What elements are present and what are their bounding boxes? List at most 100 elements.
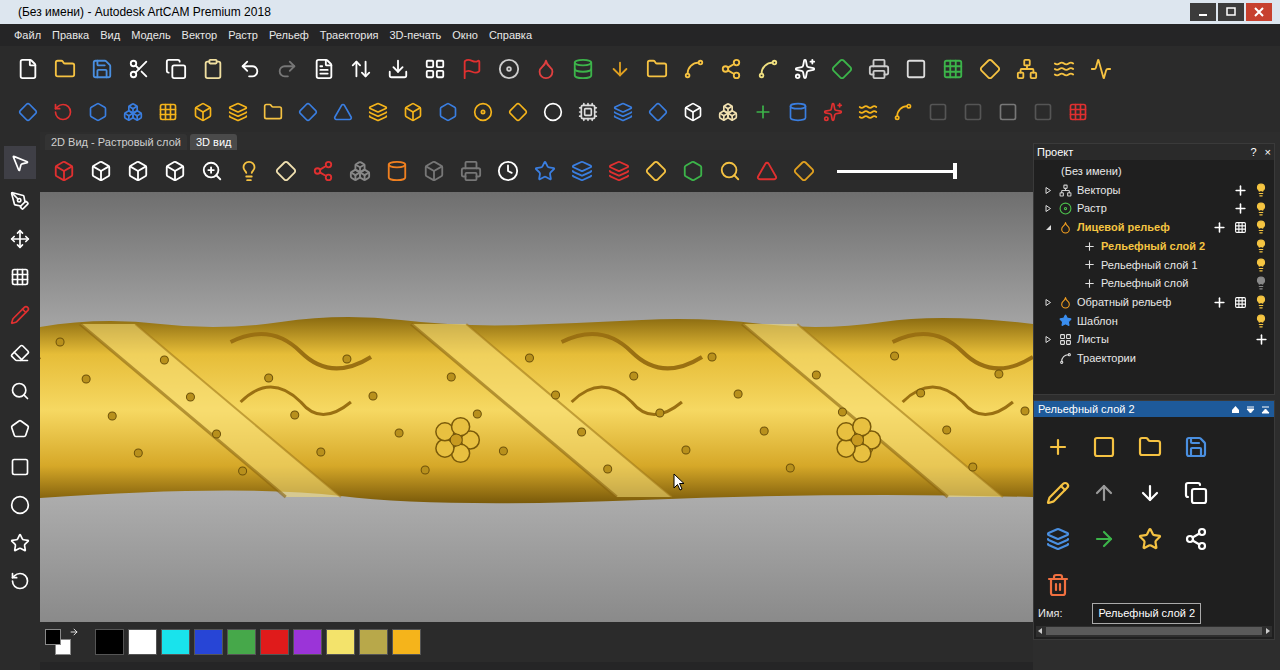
blue-slab-icon[interactable] bbox=[642, 96, 674, 128]
notes-icon[interactable] bbox=[308, 53, 340, 85]
import-icon[interactable] bbox=[382, 53, 414, 85]
printer-view-icon[interactable] bbox=[455, 155, 487, 187]
star-icon[interactable] bbox=[4, 526, 36, 559]
plane-view-icon[interactable] bbox=[270, 155, 302, 187]
expand-icon[interactable] bbox=[1261, 405, 1270, 414]
tree-item[interactable]: (Без имени) bbox=[1034, 162, 1274, 181]
menu-item[interactable]: Файл bbox=[14, 27, 41, 44]
target-icon[interactable] bbox=[1062, 96, 1094, 128]
node-edit-icon[interactable] bbox=[4, 184, 36, 217]
tree-item[interactable]: Рельефный слой 2 bbox=[1034, 237, 1274, 256]
visibility-bulb-icon[interactable] bbox=[1252, 258, 1270, 272]
stack-icon[interactable] bbox=[567, 53, 599, 85]
frame-icon[interactable] bbox=[900, 53, 932, 85]
color-swatch[interactable] bbox=[326, 629, 355, 655]
branch-icon[interactable] bbox=[715, 53, 747, 85]
clock-icon[interactable] bbox=[492, 155, 524, 187]
add-icon[interactable] bbox=[1210, 295, 1228, 310]
slab-icon[interactable] bbox=[502, 96, 534, 128]
color-swatch[interactable] bbox=[227, 629, 256, 655]
split-icon[interactable] bbox=[887, 96, 919, 128]
new-file-icon[interactable] bbox=[12, 53, 44, 85]
new-layer-icon[interactable] bbox=[1040, 429, 1076, 465]
visibility-bulb-icon[interactable] bbox=[1252, 183, 1270, 197]
visibility-bulb-icon[interactable] bbox=[1252, 220, 1270, 234]
expander-icon[interactable] bbox=[1045, 336, 1057, 343]
sheet-icon[interactable] bbox=[607, 96, 639, 128]
expander-icon[interactable] bbox=[1045, 224, 1057, 231]
pyramid-icon[interactable] bbox=[751, 155, 783, 187]
copy-icon[interactable] bbox=[160, 53, 192, 85]
star-burst-icon[interactable] bbox=[789, 53, 821, 85]
scroll-left-icon[interactable] bbox=[1036, 627, 1044, 635]
grid-add-icon[interactable] bbox=[1231, 221, 1249, 234]
favorite-folder-icon[interactable] bbox=[641, 53, 673, 85]
green-plus-icon[interactable] bbox=[747, 96, 779, 128]
color-swatch[interactable] bbox=[194, 629, 223, 655]
view-tab[interactable]: 3D вид bbox=[190, 134, 238, 150]
home-icon[interactable] bbox=[1231, 405, 1240, 414]
sculpt-icon[interactable] bbox=[1040, 475, 1076, 511]
red-layer-icon[interactable] bbox=[603, 155, 635, 187]
cut-icon[interactable] bbox=[123, 53, 155, 85]
combine-icon[interactable] bbox=[1178, 521, 1214, 557]
plane-icon[interactable] bbox=[12, 96, 44, 128]
transform-icon[interactable] bbox=[4, 260, 36, 293]
light-icon[interactable] bbox=[233, 155, 265, 187]
menu-item[interactable]: Вид bbox=[100, 27, 120, 44]
menu-item[interactable]: Правка bbox=[52, 27, 89, 44]
close-button[interactable]: × bbox=[1265, 144, 1271, 161]
zoom-icon[interactable] bbox=[196, 155, 228, 187]
color-swatch[interactable] bbox=[161, 629, 190, 655]
3d-viewport[interactable] bbox=[40, 192, 1033, 622]
color-swatch[interactable] bbox=[95, 629, 124, 655]
delete-layer-icon[interactable] bbox=[1040, 567, 1076, 603]
lower-icon[interactable] bbox=[604, 53, 636, 85]
layers-icon[interactable] bbox=[222, 96, 254, 128]
horizontal-scrollbar[interactable] bbox=[1036, 626, 1272, 638]
blend-icon[interactable] bbox=[432, 96, 464, 128]
maximize-icon[interactable] bbox=[1218, 3, 1244, 21]
save-layer-icon[interactable] bbox=[1178, 429, 1214, 465]
template-view-icon[interactable] bbox=[529, 155, 561, 187]
green-shape-icon[interactable] bbox=[677, 155, 709, 187]
menu-item[interactable]: Растр bbox=[228, 27, 258, 44]
open-folder-icon[interactable] bbox=[49, 53, 81, 85]
fill-icon[interactable] bbox=[530, 53, 562, 85]
blocks-icon[interactable] bbox=[344, 155, 376, 187]
collapse-icon[interactable] bbox=[1246, 405, 1255, 414]
help-button[interactable]: ? bbox=[1250, 144, 1256, 161]
menu-item[interactable]: Справка bbox=[489, 27, 532, 44]
flag-icon[interactable] bbox=[456, 53, 488, 85]
box-icon[interactable] bbox=[187, 96, 219, 128]
select-icon[interactable] bbox=[4, 146, 36, 179]
dots-wave-icon[interactable] bbox=[1048, 53, 1080, 85]
add-icon[interactable] bbox=[1252, 332, 1270, 347]
paper-stack-icon[interactable] bbox=[712, 96, 744, 128]
expander-icon[interactable] bbox=[1045, 205, 1057, 212]
expander-icon[interactable] bbox=[1045, 299, 1057, 306]
tool-icon[interactable] bbox=[572, 96, 604, 128]
measure-icon[interactable] bbox=[4, 374, 36, 407]
save-icon[interactable] bbox=[86, 53, 118, 85]
curve-icon[interactable] bbox=[678, 53, 710, 85]
wave-icon[interactable] bbox=[852, 96, 884, 128]
layout-icon[interactable] bbox=[419, 53, 451, 85]
tree-item[interactable]: Векторы bbox=[1034, 181, 1274, 200]
flat-icon[interactable] bbox=[292, 96, 324, 128]
gold-diamond-icon[interactable] bbox=[640, 155, 672, 187]
move-down-icon[interactable] bbox=[1132, 475, 1168, 511]
visibility-bulb-icon[interactable] bbox=[1252, 295, 1270, 309]
rectangle-icon[interactable] bbox=[4, 450, 36, 483]
relief-folder-icon[interactable] bbox=[257, 96, 289, 128]
green-diamond-icon[interactable] bbox=[826, 53, 858, 85]
merge-layers-icon[interactable] bbox=[1040, 521, 1076, 557]
menu-item[interactable]: Модель bbox=[131, 27, 170, 44]
close-icon[interactable] bbox=[1246, 3, 1272, 21]
gray-box-icon[interactable] bbox=[418, 155, 450, 187]
relief-model[interactable] bbox=[40, 192, 1033, 622]
yellow-diamond-icon[interactable] bbox=[974, 53, 1006, 85]
spline-icon[interactable] bbox=[752, 53, 784, 85]
gear-icon[interactable] bbox=[817, 96, 849, 128]
move-up-icon[interactable] bbox=[1086, 475, 1122, 511]
